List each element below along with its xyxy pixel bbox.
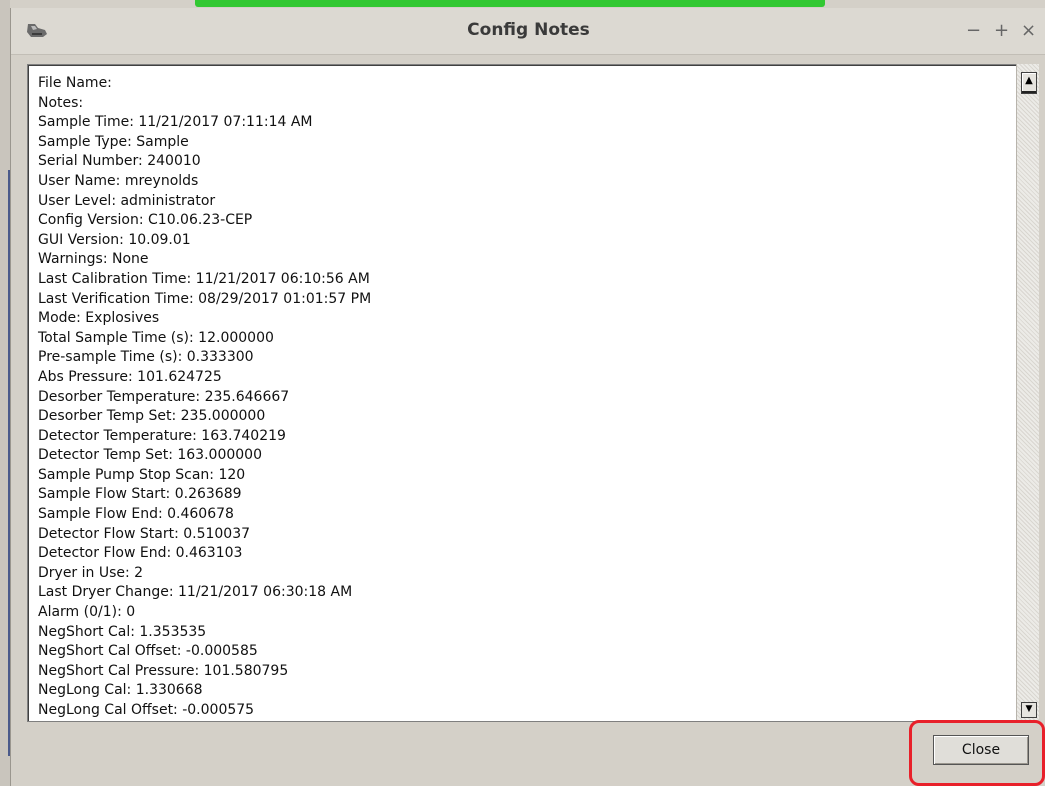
notes-line: Last Verification Time: 08/29/2017 01:01… [38,290,372,307]
notes-line: NegLong Cal Offset: -0.000575 [38,702,255,718]
notes-line: Desorber Temperature: 235.646667 [38,388,290,405]
window-title: Config Notes [467,20,590,40]
notes-line: User Name: mreynolds [38,172,199,189]
notes-line: Sample Time: 11/21/2017 07:11:14 AM [38,114,313,131]
notes-line: Sample Type: Sample [38,133,189,150]
notes-line: Detector Temp Set: 163.000000 [38,447,262,464]
desktop-progress-strip [195,0,825,7]
notes-line: NegLong Cal: 1.330668 [38,682,203,699]
notes-line: Desorber Temp Set: 235.000000 [38,408,266,425]
notes-line: GUI Version: 10.09.01 [38,231,191,248]
close-button[interactable]: Close [933,735,1029,765]
notes-line: Sample Pump Stop Scan: 120 [38,466,246,483]
notes-line: Warnings: None [38,251,149,268]
title-bar[interactable]: Config Notes − + × [11,8,1045,55]
notes-line: Last Calibration Time: 11/21/2017 06:10:… [38,270,370,287]
notes-line: Alarm (0/1): 0 [38,604,136,621]
maximize-button[interactable]: + [994,20,1009,41]
notes-line: Dryer in Use: 2 [38,564,144,581]
notes-line: NegShort Cal: 1.353535 [38,623,207,640]
notes-line: Sample Flow Start: 0.263689 [38,486,242,503]
notes-line: Config Version: C10.06.23-CEP [38,212,253,229]
notes-line: Detector Flow End: 0.463103 [38,545,243,562]
notes-line: NegShort Cal Pressure: 101.580795 [38,662,289,679]
notes-line: Notes: [38,94,84,111]
vertical-scrollbar[interactable]: ▲ ▼ [1016,64,1039,720]
notes-text-area[interactable]: File Name: Notes: Sample Time: 11/21/2017 … [27,64,1017,722]
notes-line: File Name: [38,75,112,91]
notes-line: Pre-sample Time (s): 0.333300 [38,349,254,366]
notes-line: Sample Flow End: 0.460678 [38,506,234,523]
scroll-up-button[interactable]: ▲ [1021,72,1037,94]
notes-line: User Level: administrator [38,192,216,209]
notes-line: Serial Number: 240010 [38,153,201,170]
window-close-button[interactable]: × [1021,20,1036,41]
notes-line: NegShort Cal Offset: -0.000585 [38,643,258,660]
notes-line: Total Sample Time (s): 12.000000 [38,329,274,346]
notes-text-content: File Name: Notes: Sample Time: 11/21/2017 … [38,74,998,721]
notes-line: Abs Pressure: 101.624725 [38,368,222,385]
button-bar [11,723,1045,786]
notes-line: Last Dryer Change: 11/21/2017 06:30:18 A… [38,584,353,601]
scroll-down-button[interactable]: ▼ [1021,702,1037,718]
minimize-button[interactable]: − [966,20,981,41]
notes-line: Detector Flow Start: 0.510037 [38,525,251,542]
config-notes-window: Config Notes − + × File Name: Notes: Sampl… [10,8,1045,786]
notes-line: Detector Temperature: 163.740219 [38,427,286,444]
notes-line: Mode: Explosives [38,310,160,327]
